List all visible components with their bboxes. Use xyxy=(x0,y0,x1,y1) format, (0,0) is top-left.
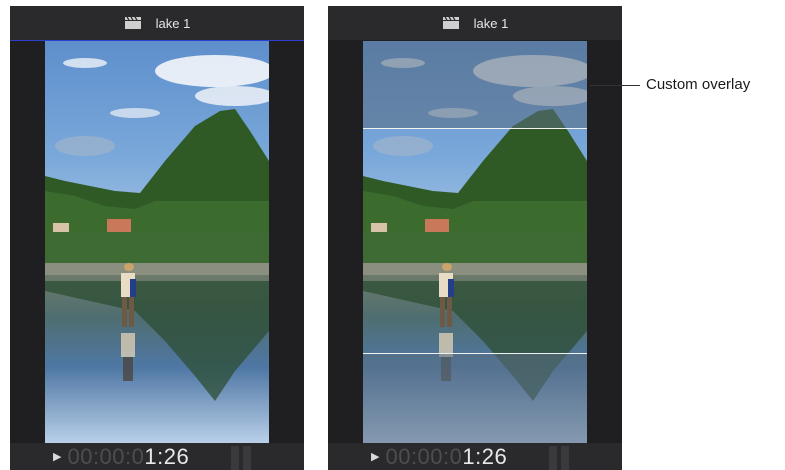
viewer-right: lake 1 ▶ 00:00:01:26 xyxy=(328,6,622,470)
clip-title: lake 1 xyxy=(473,15,509,31)
callout-line xyxy=(590,85,640,86)
clapperboard-icon xyxy=(124,16,141,29)
clapperboard-icon xyxy=(442,16,459,29)
play-icon[interactable]: ▶ xyxy=(53,450,61,463)
audio-meter-right xyxy=(243,446,251,470)
viewer-titlebar: lake 1 xyxy=(10,6,304,41)
clip-title: lake 1 xyxy=(155,15,191,31)
timecode-bar: ▶ 00:00:01:26 xyxy=(10,443,304,470)
audio-meter-right xyxy=(561,446,569,470)
play-icon[interactable]: ▶ xyxy=(371,450,379,463)
audio-meter-left xyxy=(549,446,557,470)
custom-overlay-top-band xyxy=(363,41,587,129)
video-image xyxy=(45,41,269,443)
timecode: 00:00:01:26 xyxy=(385,443,508,469)
callout-label: Custom overlay xyxy=(646,76,751,93)
viewer-left: lake 1 ▶ 00:00:01:26 xyxy=(10,6,304,470)
timecode-bar: ▶ 00:00:01:26 xyxy=(328,443,622,470)
video-frame[interactable] xyxy=(45,41,269,443)
custom-overlay-bottom-band xyxy=(363,353,587,443)
audio-meter-left xyxy=(231,446,239,470)
video-frame[interactable] xyxy=(363,41,587,443)
timecode: 00:00:01:26 xyxy=(67,443,190,469)
viewer-titlebar: lake 1 xyxy=(328,6,622,40)
